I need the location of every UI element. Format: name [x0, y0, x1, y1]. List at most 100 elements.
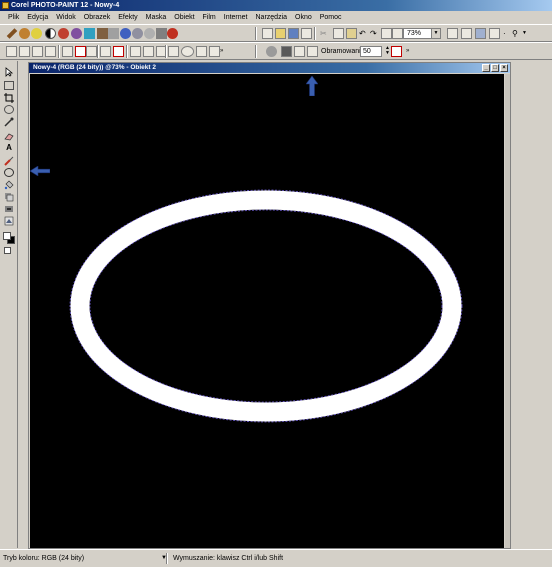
pick-tool-icon[interactable] — [4, 67, 14, 77]
view-icon[interactable] — [447, 28, 458, 39]
menu-obrazek[interactable]: Obrazek — [80, 11, 114, 24]
menu-edycja[interactable]: Edycja — [23, 11, 52, 24]
window-icon[interactable] — [475, 28, 486, 39]
rectangle-tool-icon[interactable] — [168, 46, 179, 57]
zoom-dropdown-icon[interactable]: ▼ — [522, 28, 533, 39]
status-bar: Tryb koloru: RGB (24 bity) ▼ Wymuszanie:… — [0, 549, 552, 567]
image-canvas[interactable] — [30, 74, 504, 548]
mask-border-icon[interactable] — [294, 46, 305, 57]
mask-overlay-icon[interactable] — [86, 46, 97, 57]
wand-icon[interactable] — [156, 28, 167, 39]
pen-tool-icon[interactable] — [6, 28, 18, 39]
toolbar-separator — [165, 45, 167, 58]
cut-icon[interactable]: ✂ — [320, 28, 331, 39]
status-color-mode: Tryb koloru: RGB (24 bity) — [3, 555, 85, 562]
balance-icon[interactable] — [84, 28, 95, 39]
mask-load-icon[interactable] — [130, 46, 141, 57]
mode-intersect-icon[interactable] — [45, 46, 56, 57]
layout-icon[interactable] — [489, 28, 500, 39]
obramowanie-label: Obramowanie — [321, 48, 365, 55]
anti-alias-icon[interactable] — [307, 46, 318, 57]
app-title: Corel PHOTO-PAINT 12 - Nowy-4 — [11, 2, 120, 9]
menu-maska[interactable]: Maska — [142, 11, 171, 24]
image-sprayer-icon[interactable] — [4, 216, 14, 226]
text-tool-icon[interactable]: A — [4, 143, 14, 152]
crop-tool-icon[interactable] — [4, 93, 14, 103]
selection-outline-inner — [89, 209, 443, 403]
zoom-select[interactable]: 73% ▼ — [403, 28, 441, 39]
mode-normal-icon[interactable] — [6, 46, 17, 57]
mask-remove-icon[interactable] — [113, 46, 124, 57]
effects-toolbar: ✂ ↶ ↷ 73% ▼ · ⚲ ▼ — [0, 24, 552, 42]
export-icon[interactable] — [392, 28, 403, 39]
polygon-tool-icon[interactable] — [196, 46, 207, 57]
sepia-icon[interactable] — [97, 28, 108, 39]
vertical-scrollbar[interactable] — [505, 74, 510, 548]
feather-icon[interactable] — [266, 46, 277, 57]
shape-tool-icon[interactable] — [209, 46, 220, 57]
new-icon[interactable] — [262, 28, 273, 39]
more-icon[interactable]: » — [406, 46, 417, 57]
menu-internet[interactable]: Internet — [220, 11, 252, 24]
grid-icon[interactable] — [461, 28, 472, 39]
chevron-down-icon[interactable]: ▼ — [431, 29, 440, 38]
blur-icon[interactable] — [132, 28, 143, 39]
mode-subtract-icon[interactable] — [32, 46, 43, 57]
menu-narzedzia[interactable]: Narzędzia — [252, 11, 292, 24]
copy-icon[interactable] — [333, 28, 344, 39]
maximize-button[interactable]: □ — [491, 64, 499, 72]
toolbar-separator — [58, 45, 60, 58]
drop-icon[interactable] — [120, 28, 131, 39]
redo-icon[interactable]: ↷ — [370, 28, 381, 39]
more-icon[interactable]: » — [220, 46, 231, 57]
document-title-bar: Nowy-4 (RGB (24 bity)) @73% - Obiekt 2 _… — [29, 63, 510, 73]
open-icon[interactable] — [275, 28, 286, 39]
menu-pomoc[interactable]: Pomoc — [316, 11, 346, 24]
ellipse-tool-icon[interactable] — [181, 46, 194, 57]
eyedropper-tool-icon[interactable] — [4, 117, 14, 127]
contrast-icon[interactable] — [45, 28, 56, 39]
mask-invert-icon[interactable] — [100, 46, 111, 57]
color-icon[interactable] — [58, 28, 69, 39]
mask-icon[interactable] — [62, 46, 73, 57]
mask-fill-icon[interactable] — [281, 46, 292, 57]
print-icon[interactable] — [301, 28, 312, 39]
ellipse-tool-icon[interactable] — [4, 168, 14, 177]
property-bar: » Obramowanie 50 ▲ ▼ » — [0, 42, 552, 60]
sharpen-icon[interactable] — [144, 28, 155, 39]
menu-film[interactable]: Film — [199, 11, 220, 24]
toolbar-separator — [126, 45, 128, 58]
save-icon[interactable] — [288, 28, 299, 39]
obramowanie-input[interactable]: 50 — [360, 46, 382, 57]
toolbar-separator — [255, 45, 257, 58]
menu-plik[interactable]: Plik — [4, 11, 23, 24]
mask-save-icon[interactable] — [143, 46, 154, 57]
paste-icon[interactable] — [346, 28, 357, 39]
fill-color-swatch[interactable] — [4, 247, 11, 254]
menu-okno[interactable]: Okno — [291, 11, 316, 24]
minimize-button[interactable]: _ — [482, 64, 490, 72]
import-icon[interactable] — [381, 28, 392, 39]
redeye-icon[interactable] — [167, 28, 178, 39]
undo-icon[interactable]: ↶ — [359, 28, 370, 39]
effect-tool-icon[interactable] — [4, 204, 14, 213]
foreground-color-swatch[interactable] — [3, 232, 11, 240]
close-button[interactable]: × — [500, 64, 508, 72]
effect-icon[interactable] — [108, 28, 119, 39]
eraser-tool-icon[interactable] — [4, 131, 14, 141]
paint-tool-icon[interactable] — [4, 156, 14, 166]
brush-icon[interactable] — [19, 28, 30, 39]
mask-tool-icon[interactable] — [4, 81, 14, 90]
light-icon[interactable] — [31, 28, 42, 39]
menu-widok[interactable]: Widok — [52, 11, 79, 24]
toolbar-separator — [97, 45, 99, 58]
menu-obiekt[interactable]: Obiekt — [170, 11, 198, 24]
hue-icon[interactable] — [71, 28, 82, 39]
zoom-tool-icon[interactable] — [4, 105, 14, 114]
fill-tool-icon[interactable] — [4, 180, 14, 190]
mask-red-icon[interactable] — [75, 46, 86, 57]
menu-efekty[interactable]: Efekty — [114, 11, 141, 24]
border-color-icon[interactable] — [391, 46, 402, 57]
mode-add-icon[interactable] — [19, 46, 30, 57]
clone-tool-icon[interactable] — [4, 192, 14, 202]
